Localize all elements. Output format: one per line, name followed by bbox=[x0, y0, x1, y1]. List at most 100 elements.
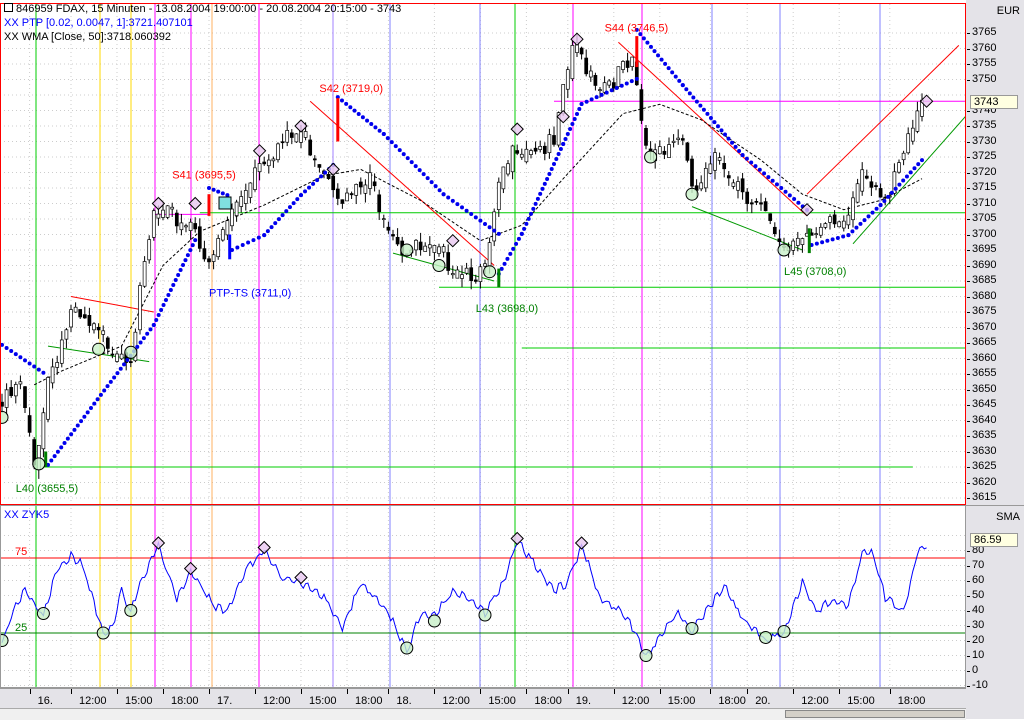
ptp-dot bbox=[125, 357, 130, 362]
ptp-dot bbox=[680, 83, 685, 88]
ptp-legend[interactable]: XX PTP [0.02, 0.0047, 1]:3721.407101 bbox=[4, 17, 193, 30]
ptp-dot bbox=[858, 221, 863, 226]
session-lines bbox=[35, 4, 881, 688]
osc-high-marker bbox=[183, 561, 198, 576]
time-tick bbox=[301, 689, 302, 694]
low-marker bbox=[32, 457, 46, 471]
chart-title: 846959 FDAX, 15 Minuten - 13.08.2004 19:… bbox=[4, 3, 401, 16]
ptp-dot bbox=[112, 375, 117, 380]
osc-tick bbox=[967, 670, 970, 672]
ptp-dot bbox=[211, 187, 216, 192]
ptp-dot bbox=[190, 243, 195, 248]
candle-body bbox=[814, 233, 819, 236]
time-axis[interactable]: 16. 12:00 15:00 18:00 17. 12:00 15:00 18:00 18. 1… bbox=[0, 688, 966, 709]
low-marker bbox=[685, 187, 699, 201]
price-tick bbox=[967, 79, 970, 81]
osc-tick-label: 10 bbox=[972, 648, 985, 661]
price-tick-label: 3655 bbox=[972, 367, 997, 379]
candle-body bbox=[207, 258, 211, 263]
ptp-dot bbox=[723, 132, 728, 137]
price-tick-label: 3670 bbox=[972, 320, 997, 333]
candle-body bbox=[864, 175, 869, 179]
ptp-dot bbox=[393, 144, 398, 149]
ptp-dot bbox=[216, 189, 221, 194]
candle-body bbox=[312, 158, 317, 161]
ptp-dot bbox=[502, 261, 507, 266]
ptp-dot bbox=[614, 86, 619, 91]
candle-body bbox=[303, 131, 308, 138]
candle-body bbox=[621, 61, 625, 70]
osc-upper-label: 75 bbox=[15, 546, 27, 558]
candle-body bbox=[800, 238, 805, 245]
candle-body bbox=[731, 182, 736, 187]
ptp-dot bbox=[565, 131, 570, 136]
price-tick bbox=[967, 327, 970, 329]
ptp-dot bbox=[344, 101, 349, 106]
candle-body bbox=[464, 267, 469, 274]
candle-body bbox=[483, 263, 487, 267]
osc-axis[interactable]: SMA 80 70 60 50 40 30 20 10 0 -10 86.59 bbox=[966, 506, 1024, 691]
ptp-dot bbox=[549, 166, 554, 171]
ptp-dot bbox=[508, 251, 513, 256]
price-tick-label: 3680 bbox=[972, 289, 997, 302]
ptp-dot bbox=[307, 185, 312, 190]
price-tick bbox=[967, 358, 970, 360]
oscillator-legend[interactable]: XX ZYK5 bbox=[4, 509, 49, 522]
candle-body bbox=[427, 244, 432, 249]
ptp-entry-marker bbox=[218, 196, 232, 210]
ptp-dot bbox=[684, 87, 689, 92]
candle-body bbox=[533, 147, 538, 152]
high-marker bbox=[510, 122, 524, 136]
candle-body bbox=[547, 134, 552, 154]
candle-body bbox=[197, 226, 202, 249]
candle-body bbox=[644, 127, 648, 146]
ptp-dot bbox=[487, 225, 492, 230]
ptp-dot bbox=[72, 427, 77, 432]
ptp-dot bbox=[570, 121, 575, 126]
ptp-dot bbox=[429, 180, 434, 185]
price-axis[interactable]: EUR 3765 3760 3755 3750 3740 3735 3730 3725 3720… bbox=[966, 0, 1024, 506]
price-tick bbox=[967, 312, 970, 313]
candle-body bbox=[501, 166, 506, 190]
candle-body bbox=[851, 197, 855, 221]
ptp-dot bbox=[176, 273, 181, 278]
candle-body bbox=[41, 412, 46, 450]
price-tick-label: 3645 bbox=[972, 398, 997, 410]
candle-body bbox=[115, 353, 119, 362]
window-icon[interactable] bbox=[4, 3, 13, 12]
osc-high-marker bbox=[151, 536, 166, 550]
candle-body bbox=[345, 192, 349, 202]
wma-legend[interactable]: XX WMA [Close, 50]:3718.060392 bbox=[4, 31, 171, 44]
horizontal-scrollbar[interactable] bbox=[0, 708, 966, 720]
candle-body bbox=[105, 337, 110, 349]
candle-body bbox=[703, 167, 708, 189]
ptp-dot bbox=[381, 132, 386, 137]
candle-body bbox=[358, 181, 363, 188]
axis-corner bbox=[966, 688, 1024, 719]
candle-body bbox=[363, 184, 368, 194]
candle-body bbox=[529, 150, 533, 155]
time-tick bbox=[710, 689, 712, 694]
candle-body bbox=[588, 70, 593, 78]
price-tick bbox=[967, 48, 970, 50]
ptp-dot bbox=[715, 124, 720, 129]
scrollbar-thumb[interactable] bbox=[785, 710, 965, 718]
ptp-dot bbox=[594, 95, 599, 100]
candle-body bbox=[142, 261, 147, 287]
time-tick bbox=[613, 689, 615, 694]
time-label: 15:00 bbox=[667, 695, 696, 707]
ptp-dot bbox=[188, 248, 193, 253]
candle-body bbox=[147, 239, 152, 261]
candle-body bbox=[266, 159, 271, 167]
price-tick-label: 3685 bbox=[972, 274, 997, 286]
candle-body bbox=[874, 185, 878, 187]
ptp-dot bbox=[450, 198, 455, 203]
candle-body bbox=[915, 110, 920, 132]
ptp-dot bbox=[369, 121, 374, 126]
price-tick bbox=[967, 126, 970, 127]
price-tick bbox=[967, 498, 970, 499]
candle-body bbox=[128, 361, 133, 364]
price-tick-label: 3750 bbox=[972, 72, 997, 85]
candle-body bbox=[193, 223, 198, 230]
ptp-dot bbox=[377, 128, 382, 133]
